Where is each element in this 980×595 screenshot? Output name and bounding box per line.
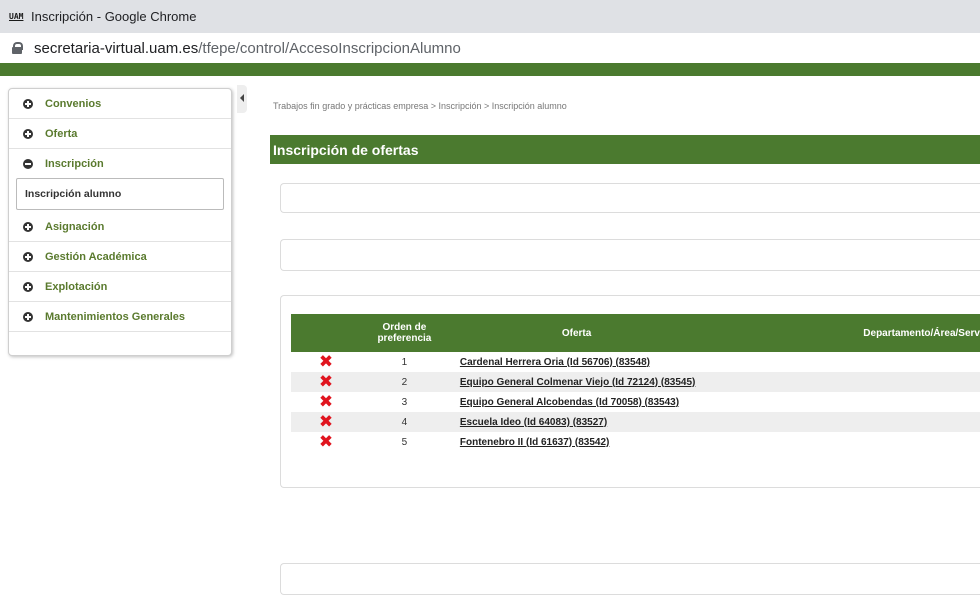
order-cell: 1 — [401, 356, 408, 368]
sidebar-item-label: Oferta — [45, 127, 78, 140]
order-cell: 3 — [401, 396, 408, 408]
order-cell: 2 — [360, 372, 448, 392]
sidebar-subitem-label: Inscripción alumno — [25, 188, 122, 200]
sidebar-item-explotacion[interactable]: Explotación — [9, 272, 231, 302]
offer-link[interactable]: Equipo General Alcobendas (Id 70058) (83… — [460, 397, 679, 408]
content-panel — [280, 563, 980, 595]
minus-circle-icon — [23, 158, 33, 169]
offers-table: Orden de preferencia Oferta Departamento… — [291, 314, 980, 452]
uam-favicon-icon: UAM — [9, 11, 24, 21]
header-bar — [0, 63, 980, 76]
sidebar-item-oferta[interactable]: Oferta — [9, 119, 231, 149]
sidebar-item-gestion-academica[interactable]: Gestión Académica — [9, 242, 231, 272]
sidebar-item-mantenimientos-generales[interactable]: Mantenimientos Generales — [9, 302, 231, 332]
sidebar-menu: Convenios Oferta Inscripción Inscripción… — [8, 88, 232, 356]
department-cell — [705, 432, 980, 452]
delete-x-icon[interactable]: ✖ — [319, 432, 333, 452]
sidebar-item-label: Convenios — [45, 97, 102, 110]
delete-x-icon[interactable]: ✖ — [319, 392, 333, 412]
content-panel — [280, 239, 980, 271]
address-bar[interactable]: secretaria-virtual.uam.es/tfepe/control/… — [0, 33, 980, 64]
url-text[interactable]: secretaria-virtual.uam.es/tfepe/control/… — [34, 40, 461, 57]
plus-circle-icon — [23, 281, 33, 292]
table-row: ✖ 1 Cardenal Herrera Oria (Id 56706) (83… — [291, 352, 980, 372]
sidebar-item-inscripcion[interactable]: Inscripción — [9, 149, 231, 178]
window-title-bar: UAM Inscripción - Google Chrome — [0, 0, 980, 33]
sidebar-item-label: Asignación — [45, 220, 105, 233]
table-header-offer: Oferta — [447, 314, 706, 352]
table-header-department: Departamento/Área/Serv — [705, 314, 980, 352]
plus-circle-icon — [23, 251, 33, 262]
table-row: ✖ 5 Fontenebro II (Id 61637) (83542) — [291, 432, 980, 452]
plus-circle-icon — [23, 221, 33, 232]
sidebar-item-label: Gestión Académica — [45, 250, 147, 263]
sidebar-item-label: Explotación — [45, 280, 108, 293]
delete-x-icon[interactable]: ✖ — [319, 352, 333, 372]
plus-circle-icon — [23, 98, 33, 109]
sidebar-subitem-inscripcion-alumno[interactable]: Inscripción alumno — [16, 178, 224, 210]
department-cell — [705, 352, 980, 372]
window-title: Inscripción - Google Chrome — [31, 9, 197, 24]
table-row: ✖ 2 Equipo General Colmenar Viejo (Id 72… — [291, 372, 980, 392]
content-panel — [280, 183, 980, 213]
offer-link[interactable]: Fontenebro II (Id 61637) (83542) — [460, 437, 610, 448]
section-title: Inscripción de ofertas — [270, 135, 980, 164]
offer-link[interactable]: Cardenal Herrera Oria (Id 56706) (83548) — [460, 357, 650, 368]
sidebar-item-convenios[interactable]: Convenios — [9, 89, 231, 119]
delete-x-icon[interactable]: ✖ — [319, 372, 333, 392]
lock-icon[interactable] — [12, 42, 23, 54]
sidebar-item-asignacion[interactable]: Asignación — [9, 212, 231, 242]
department-cell — [705, 372, 980, 392]
table-header-order: Orden de preferencia — [360, 314, 448, 352]
order-cell: 4 — [360, 412, 448, 432]
department-cell — [705, 392, 980, 412]
table-row: ✖ 4 Escuela Ideo (Id 64083) (83527) — [291, 412, 980, 432]
sidebar-collapse-handle[interactable] — [237, 85, 247, 113]
chevron-left-icon — [240, 94, 244, 102]
table-row: ✖ 3 Equipo General Alcobendas (Id 70058)… — [291, 392, 980, 412]
department-cell — [705, 412, 980, 432]
plus-circle-icon — [23, 128, 33, 139]
sidebar-item-label: Inscripción — [45, 157, 104, 170]
table-header-delete — [291, 314, 361, 352]
offer-link[interactable]: Equipo General Colmenar Viejo (Id 72124)… — [460, 377, 695, 388]
plus-circle-icon — [23, 311, 33, 322]
offer-link[interactable]: Escuela Ideo (Id 64083) (83527) — [460, 417, 607, 428]
delete-x-icon[interactable]: ✖ — [319, 412, 333, 432]
breadcrumb: Trabajos fin grado y prácticas empresa >… — [273, 101, 567, 111]
sidebar-item-label: Mantenimientos Generales — [45, 310, 185, 323]
order-cell: 5 — [401, 436, 408, 448]
